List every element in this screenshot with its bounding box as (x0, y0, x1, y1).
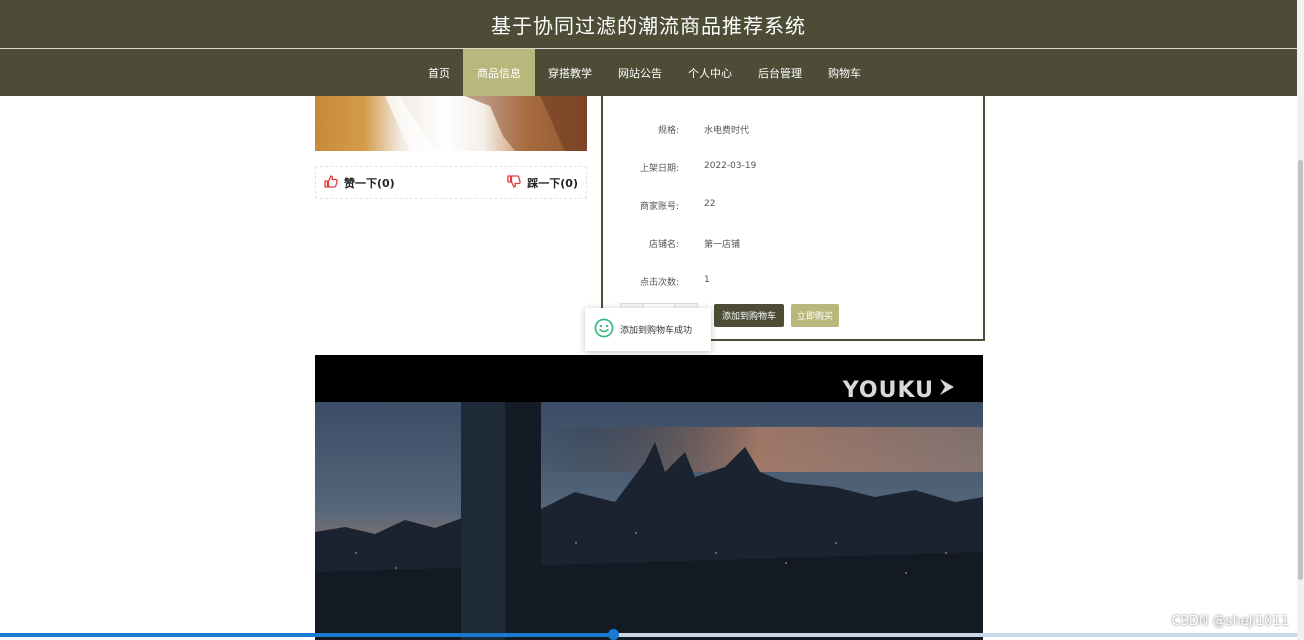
detail-label: 店铺名: (648, 240, 679, 250)
detail-label: 规格: (657, 126, 679, 136)
nav-item-outfit-tutorial[interactable]: 穿搭教学 (535, 49, 605, 96)
site-header: 基于协同过滤的潮流商品推荐系统 (0, 0, 1297, 49)
detail-row-merchant-account: 商家账号: 22 (603, 199, 983, 212)
youku-logo-text: YOUKU (842, 377, 934, 403)
product-detail-panel: 规格: 水电费时代 上架日期: 2022-03-19 商家账号: 22 店铺名:… (601, 96, 985, 341)
detail-value: 第一店铺 (704, 240, 741, 250)
detail-row-shop-name: 店铺名: 第一店铺 (603, 237, 983, 250)
video-progress-handle[interactable] (608, 629, 619, 640)
product-photo-art (385, 96, 587, 151)
dislike-label: 踩一下(0) (527, 176, 578, 190)
page-scrollbar-thumb[interactable] (1298, 160, 1303, 580)
detail-row-click-count: 点击次数: 1 (603, 275, 983, 288)
site-title: 基于协同过滤的潮流商品推荐系统 (491, 13, 806, 38)
detail-row-listing-date: 上架日期: 2022-03-19 (603, 161, 983, 174)
product-image (315, 96, 587, 151)
like-button[interactable]: 赞一下(0) (316, 174, 403, 191)
youku-play-icon (937, 377, 957, 403)
detail-value: 水电费时代 (704, 126, 750, 136)
smile-icon (594, 318, 614, 341)
youku-logo: YOUKU (843, 377, 957, 403)
nav-item-announcements[interactable]: 网站公告 (605, 49, 675, 96)
nav-item-cart[interactable]: 购物车 (815, 49, 874, 96)
video-frame (315, 402, 983, 640)
detail-value: 2022-03-19 (704, 161, 757, 171)
nav-item-personal-center[interactable]: 个人中心 (675, 49, 745, 96)
dislike-button[interactable]: 踩一下(0) (499, 174, 586, 191)
video-player[interactable]: YOUKU (315, 355, 983, 640)
thumbs-up-icon (324, 174, 338, 191)
success-toast: 添加到购物车成功 (585, 308, 711, 351)
nav-item-products[interactable]: 商品信息 (463, 49, 535, 96)
like-label: 赞一下(0) (344, 176, 395, 190)
detail-value: 22 (704, 199, 716, 209)
nav-item-home[interactable]: 首页 (415, 49, 463, 96)
detail-label: 商家账号: (639, 202, 679, 212)
detail-label: 点击次数: (639, 278, 679, 288)
add-to-cart-button[interactable]: 添加到购物车 (714, 304, 785, 327)
buy-now-button[interactable]: 立即购买 (791, 304, 840, 327)
nav-item-admin[interactable]: 后台管理 (745, 49, 815, 96)
video-progress-fill (0, 633, 613, 637)
detail-row-spec: 规格: 水电费时代 (603, 123, 983, 136)
toast-message: 添加到购物车成功 (620, 326, 693, 336)
detail-value: 1 (704, 275, 710, 285)
main-nav: 首页 商品信息 穿搭教学 网站公告 个人中心 后台管理 购物车 (0, 49, 1297, 96)
thumbs-down-icon (507, 174, 522, 191)
watermark: CSDN @sheji1011 (1171, 614, 1289, 629)
vote-box: 赞一下(0) 踩一下(0) (315, 166, 587, 199)
detail-label: 上架日期: (639, 164, 679, 174)
